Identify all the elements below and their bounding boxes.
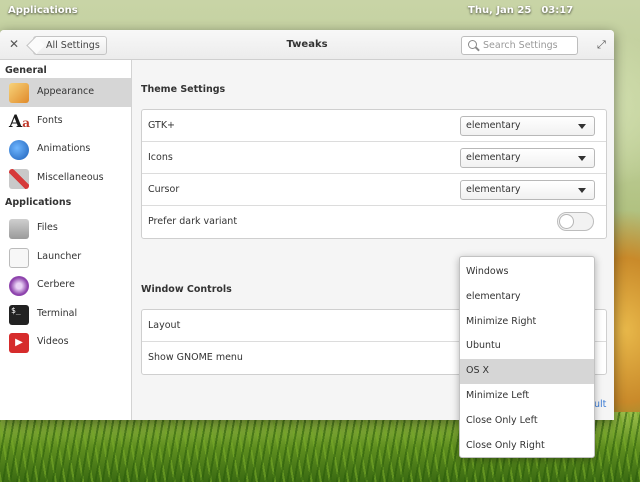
- sidebar-item-cerbere[interactable]: Cerbere: [0, 271, 131, 300]
- sidebar-item-label: Cerbere: [37, 279, 75, 290]
- menu-item-minimize-right[interactable]: Minimize Right: [460, 310, 594, 335]
- dark-variant-label: Prefer dark variant: [148, 216, 238, 227]
- top-panel: Applications Thu, Jan 25 03:17: [0, 0, 640, 22]
- theme-settings-card: GTK+ elementary Icons elementary Cursor …: [141, 109, 607, 239]
- search-icon: [468, 40, 477, 49]
- sidebar-item-miscellaneous[interactable]: Miscellaneous: [0, 164, 131, 193]
- sidebar-item-launcher[interactable]: Launcher: [0, 243, 131, 272]
- applications-menu[interactable]: Applications: [8, 5, 78, 16]
- search-input[interactable]: Search Settings: [461, 36, 578, 55]
- animation-arrow-icon: [9, 140, 29, 160]
- sidebar-item-label: Miscellaneous: [37, 171, 104, 183]
- dropdown-arrow-icon: [578, 124, 586, 129]
- default-link[interactable]: ult: [594, 399, 606, 410]
- sidebar-item-animations[interactable]: Animations: [0, 135, 131, 164]
- sidebar-item-files[interactable]: Files: [0, 214, 131, 243]
- cerbere-icon: [9, 276, 29, 296]
- theme-settings-title: Theme Settings: [141, 84, 226, 95]
- menu-item-close-only-left[interactable]: Close Only Left: [460, 409, 594, 434]
- folder-home-icon: [9, 219, 29, 239]
- gnome-menu-label: Show GNOME menu: [148, 352, 243, 363]
- window-controls-title: Window Controls: [141, 284, 232, 295]
- paintbrush-icon: [9, 83, 29, 103]
- cursor-label: Cursor: [148, 184, 180, 195]
- icons-label: Icons: [148, 152, 173, 163]
- gtk-row: GTK+ elementary: [142, 110, 606, 142]
- titlebar: ✕ All Settings Tweaks Search Settings ⤢: [0, 30, 614, 60]
- sidebar-item-appearance[interactable]: Appearance: [0, 78, 131, 107]
- sidebar-item-label: Appearance: [37, 86, 95, 97]
- dark-variant-switch[interactable]: [557, 212, 594, 231]
- search-placeholder: Search Settings: [483, 40, 558, 51]
- blank-page-icon: [9, 247, 29, 268]
- gtk-label: GTK+: [148, 120, 176, 131]
- menu-item-minimize-left[interactable]: Minimize Left: [460, 384, 594, 409]
- dropdown-arrow-icon: [578, 156, 586, 161]
- switch-knob: [559, 214, 574, 229]
- icons-theme-value: elementary: [466, 152, 521, 163]
- panel-time: 03:17: [541, 5, 574, 16]
- sidebar-item-label: Fonts: [37, 114, 63, 126]
- panel-clock[interactable]: Thu, Jan 25 03:17: [468, 5, 573, 16]
- gtk-theme-value: elementary: [466, 120, 521, 131]
- fonts-icon: Aa: [9, 111, 30, 132]
- maximize-icon[interactable]: ⤢: [597, 39, 606, 50]
- cursor-row: Cursor elementary: [142, 174, 606, 206]
- sidebar-item-label: Launcher: [37, 250, 82, 262]
- sidebar-item-label: Animations: [37, 143, 91, 154]
- sidebar-header-general: General: [5, 65, 47, 76]
- tools-icon: [9, 168, 29, 189]
- menu-item-windows[interactable]: Windows: [460, 260, 594, 285]
- video-play-icon: ▶: [9, 333, 29, 353]
- terminal-icon: $_: [9, 304, 29, 325]
- menu-item-ubuntu[interactable]: Ubuntu: [460, 334, 594, 359]
- layout-label: Layout: [148, 320, 181, 331]
- sidebar-item-fonts[interactable]: Aa Fonts: [0, 107, 131, 136]
- menu-item-elementary[interactable]: elementary: [460, 285, 594, 310]
- menu-item-os-x[interactable]: OS X: [460, 359, 594, 384]
- panel-date: Thu, Jan 25: [468, 5, 532, 16]
- cursor-theme-value: elementary: [466, 184, 521, 195]
- dropdown-arrow-icon: [578, 188, 586, 193]
- sidebar-item-videos[interactable]: ▶ Videos: [0, 328, 131, 357]
- sidebar-header-applications: Applications: [5, 197, 72, 208]
- gtk-theme-dropdown[interactable]: elementary: [460, 116, 595, 136]
- cursor-theme-dropdown[interactable]: elementary: [460, 180, 595, 200]
- icons-theme-dropdown[interactable]: elementary: [460, 148, 595, 168]
- sidebar-item-terminal[interactable]: $_ Terminal: [0, 300, 131, 329]
- icons-row: Icons elementary: [142, 142, 606, 174]
- sidebar-item-label: Terminal: [37, 307, 78, 319]
- dark-variant-row: Prefer dark variant: [142, 206, 606, 238]
- layout-dropdown-menu: Windows elementary Minimize Right Ubuntu…: [459, 256, 595, 458]
- menu-item-close-only-right[interactable]: Close Only Right: [460, 434, 594, 459]
- sidebar-item-label: Files: [37, 222, 58, 233]
- sidebar-item-label: Videos: [37, 336, 69, 347]
- sidebar: General Appearance Aa Fonts Animations M…: [0, 60, 132, 420]
